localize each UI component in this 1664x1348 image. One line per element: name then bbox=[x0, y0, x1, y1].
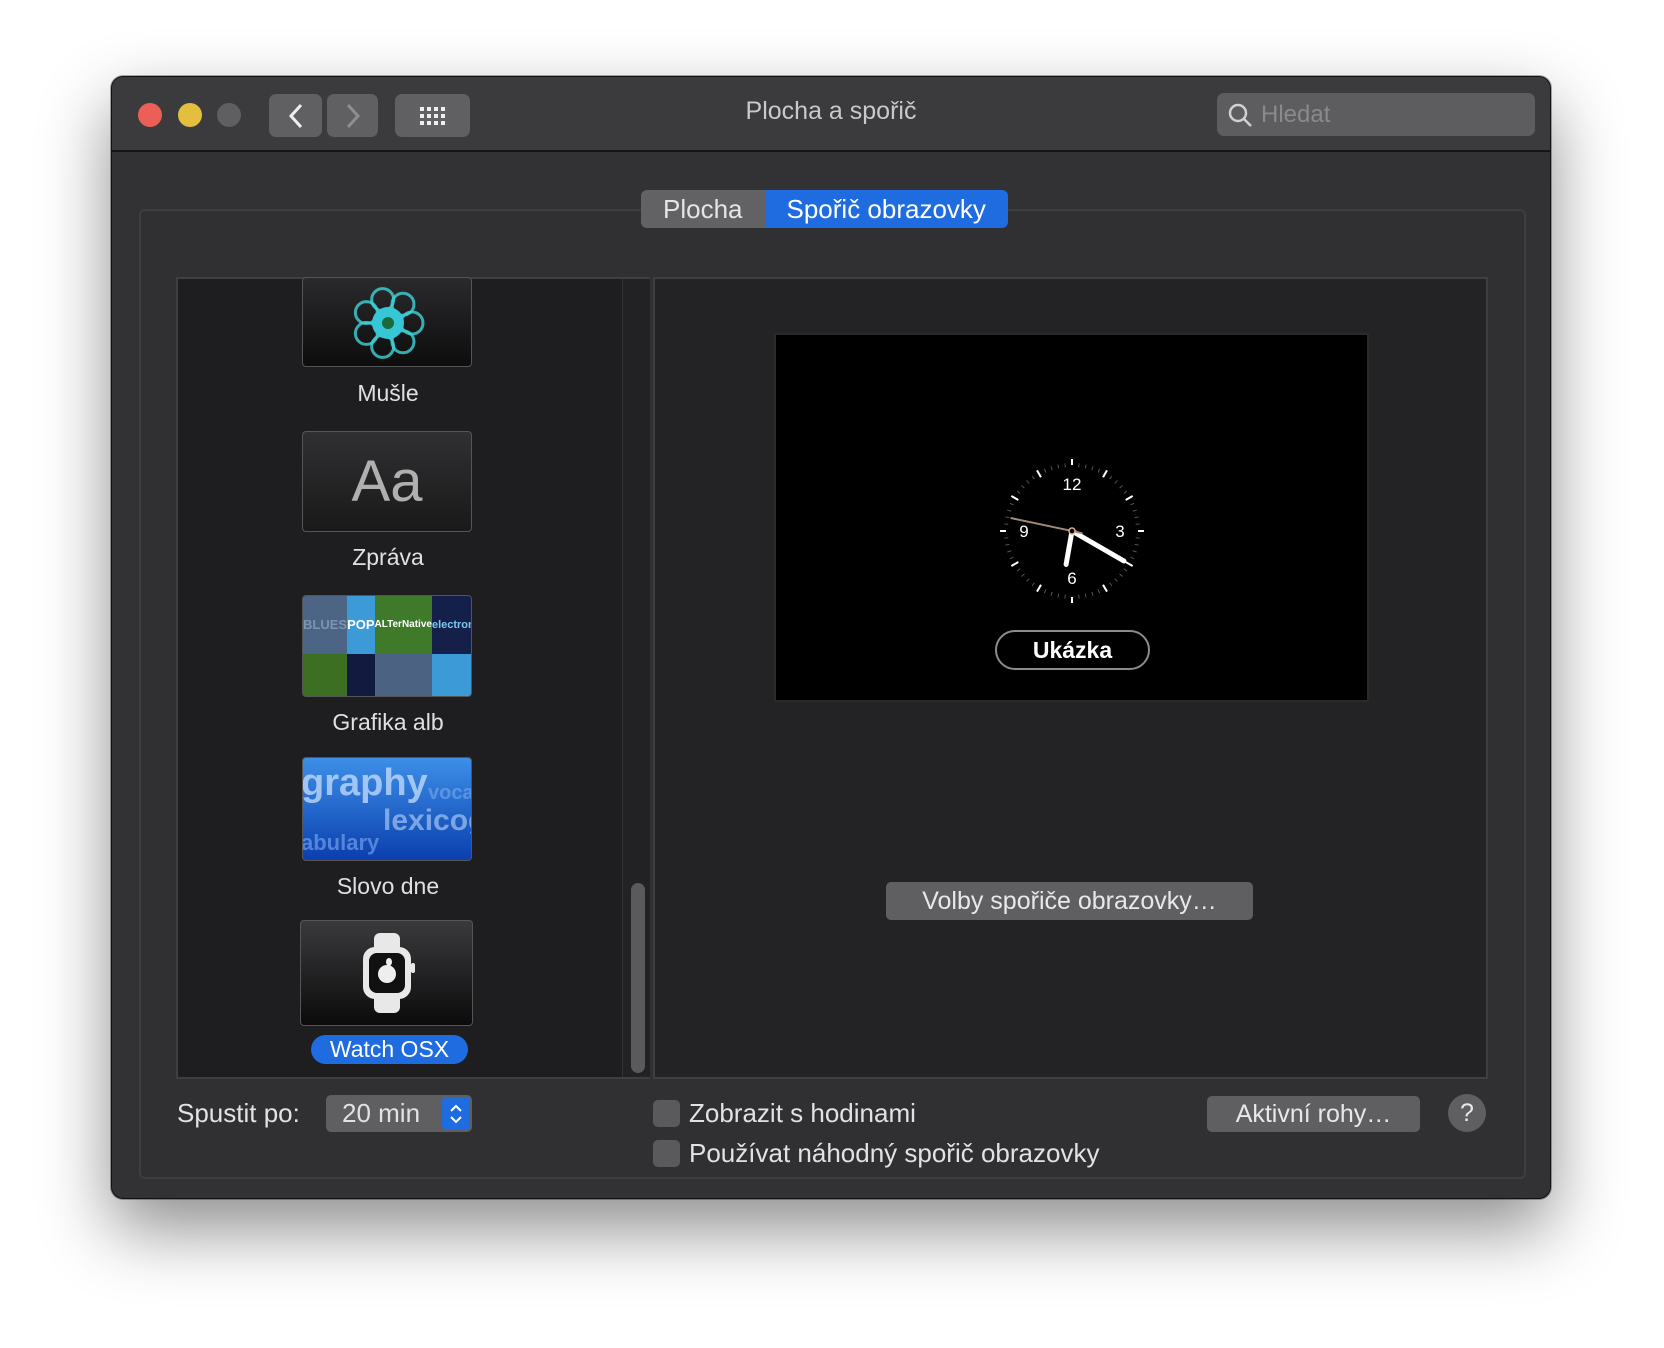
clock-number: 9 bbox=[1019, 522, 1028, 541]
analog-clock: 12 3 6 9 bbox=[1000, 459, 1144, 603]
saver-item-watch-osx[interactable] bbox=[300, 920, 473, 1026]
screen-saver-list: Mušle Aa Zpráva BLUES POP ALTerNative el… bbox=[176, 277, 650, 1079]
tab-desktop[interactable]: Plocha bbox=[641, 190, 765, 228]
album-tile: electronic bbox=[431, 596, 471, 654]
preview-screen: 12 3 6 9 Ukázka bbox=[774, 333, 1369, 702]
saver-label-selected: Watch OSX bbox=[311, 1035, 468, 1064]
help-button[interactable]: ? bbox=[1448, 1094, 1486, 1132]
word-thumb-text: graphy bbox=[302, 762, 428, 804]
saver-item-zprava[interactable]: Aa bbox=[302, 431, 472, 532]
saver-label: Mušle bbox=[357, 380, 419, 406]
saver-item-slovo-dne[interactable]: graphy voca lexicog abulary bbox=[302, 757, 472, 861]
preferences-window: Plocha a spořič Hledat Plocha Spořič obr… bbox=[111, 76, 1551, 1199]
start-after-value: 20 min bbox=[342, 1098, 421, 1128]
word-thumb-text: voca bbox=[428, 782, 472, 804]
album-tile: POP bbox=[347, 596, 375, 654]
search-icon bbox=[1228, 103, 1252, 127]
saver-item-musle[interactable] bbox=[302, 277, 472, 367]
apple-watch-icon bbox=[362, 933, 415, 1013]
screen-saver-options-button[interactable]: Volby spořiče obrazovky… bbox=[886, 882, 1253, 920]
hour-hand bbox=[1063, 528, 1075, 567]
message-thumb-text: Aa bbox=[351, 449, 423, 514]
album-tile: ALTerNative bbox=[374, 596, 432, 654]
tab-screen-saver[interactable]: Spořič obrazovky bbox=[764, 190, 1008, 228]
album-tile: BLUES bbox=[303, 596, 348, 654]
clock-number: 6 bbox=[1067, 569, 1076, 588]
clock-number: 3 bbox=[1115, 522, 1124, 541]
shell-thumbnail-icon bbox=[353, 287, 425, 359]
show-clock-checkbox[interactable] bbox=[653, 1100, 680, 1127]
random-saver-checkbox[interactable] bbox=[653, 1140, 680, 1167]
saver-label: Grafika alb bbox=[332, 709, 444, 735]
tab-bar: Plocha Spořič obrazovky bbox=[641, 190, 1008, 228]
hot-corners-button[interactable]: Aktivní rohy… bbox=[1207, 1096, 1420, 1132]
search-input[interactable]: Hledat bbox=[1217, 93, 1535, 136]
saver-item-grafika-alb[interactable]: BLUES POP ALTerNative electronic bbox=[302, 595, 472, 697]
list-scrollbar[interactable] bbox=[622, 279, 650, 1077]
title-bar: Plocha a spořič Hledat bbox=[112, 77, 1550, 152]
word-thumb-text: abulary bbox=[302, 830, 380, 855]
word-thumb-text: lexicog bbox=[383, 804, 471, 837]
preview-button[interactable]: Ukázka bbox=[995, 630, 1150, 670]
start-after-label: Spustit po: bbox=[177, 1098, 300, 1128]
random-saver-label: Používat náhodný spořič obrazovky bbox=[689, 1138, 1100, 1168]
preview-panel: 12 3 6 9 Ukázka Volby spořiče obrazovky… bbox=[653, 277, 1488, 1079]
saver-label: Slovo dne bbox=[336, 873, 440, 899]
saver-label: Zpráva bbox=[352, 544, 424, 570]
show-clock-label: Zobrazit s hodinami bbox=[689, 1098, 916, 1128]
stepper-arrows-icon bbox=[442, 1097, 470, 1130]
clock-number: 12 bbox=[1063, 475, 1082, 494]
search-placeholder: Hledat bbox=[1261, 100, 1331, 128]
start-after-select[interactable]: 20 min bbox=[326, 1095, 472, 1132]
scrollbar-thumb[interactable] bbox=[631, 883, 645, 1073]
